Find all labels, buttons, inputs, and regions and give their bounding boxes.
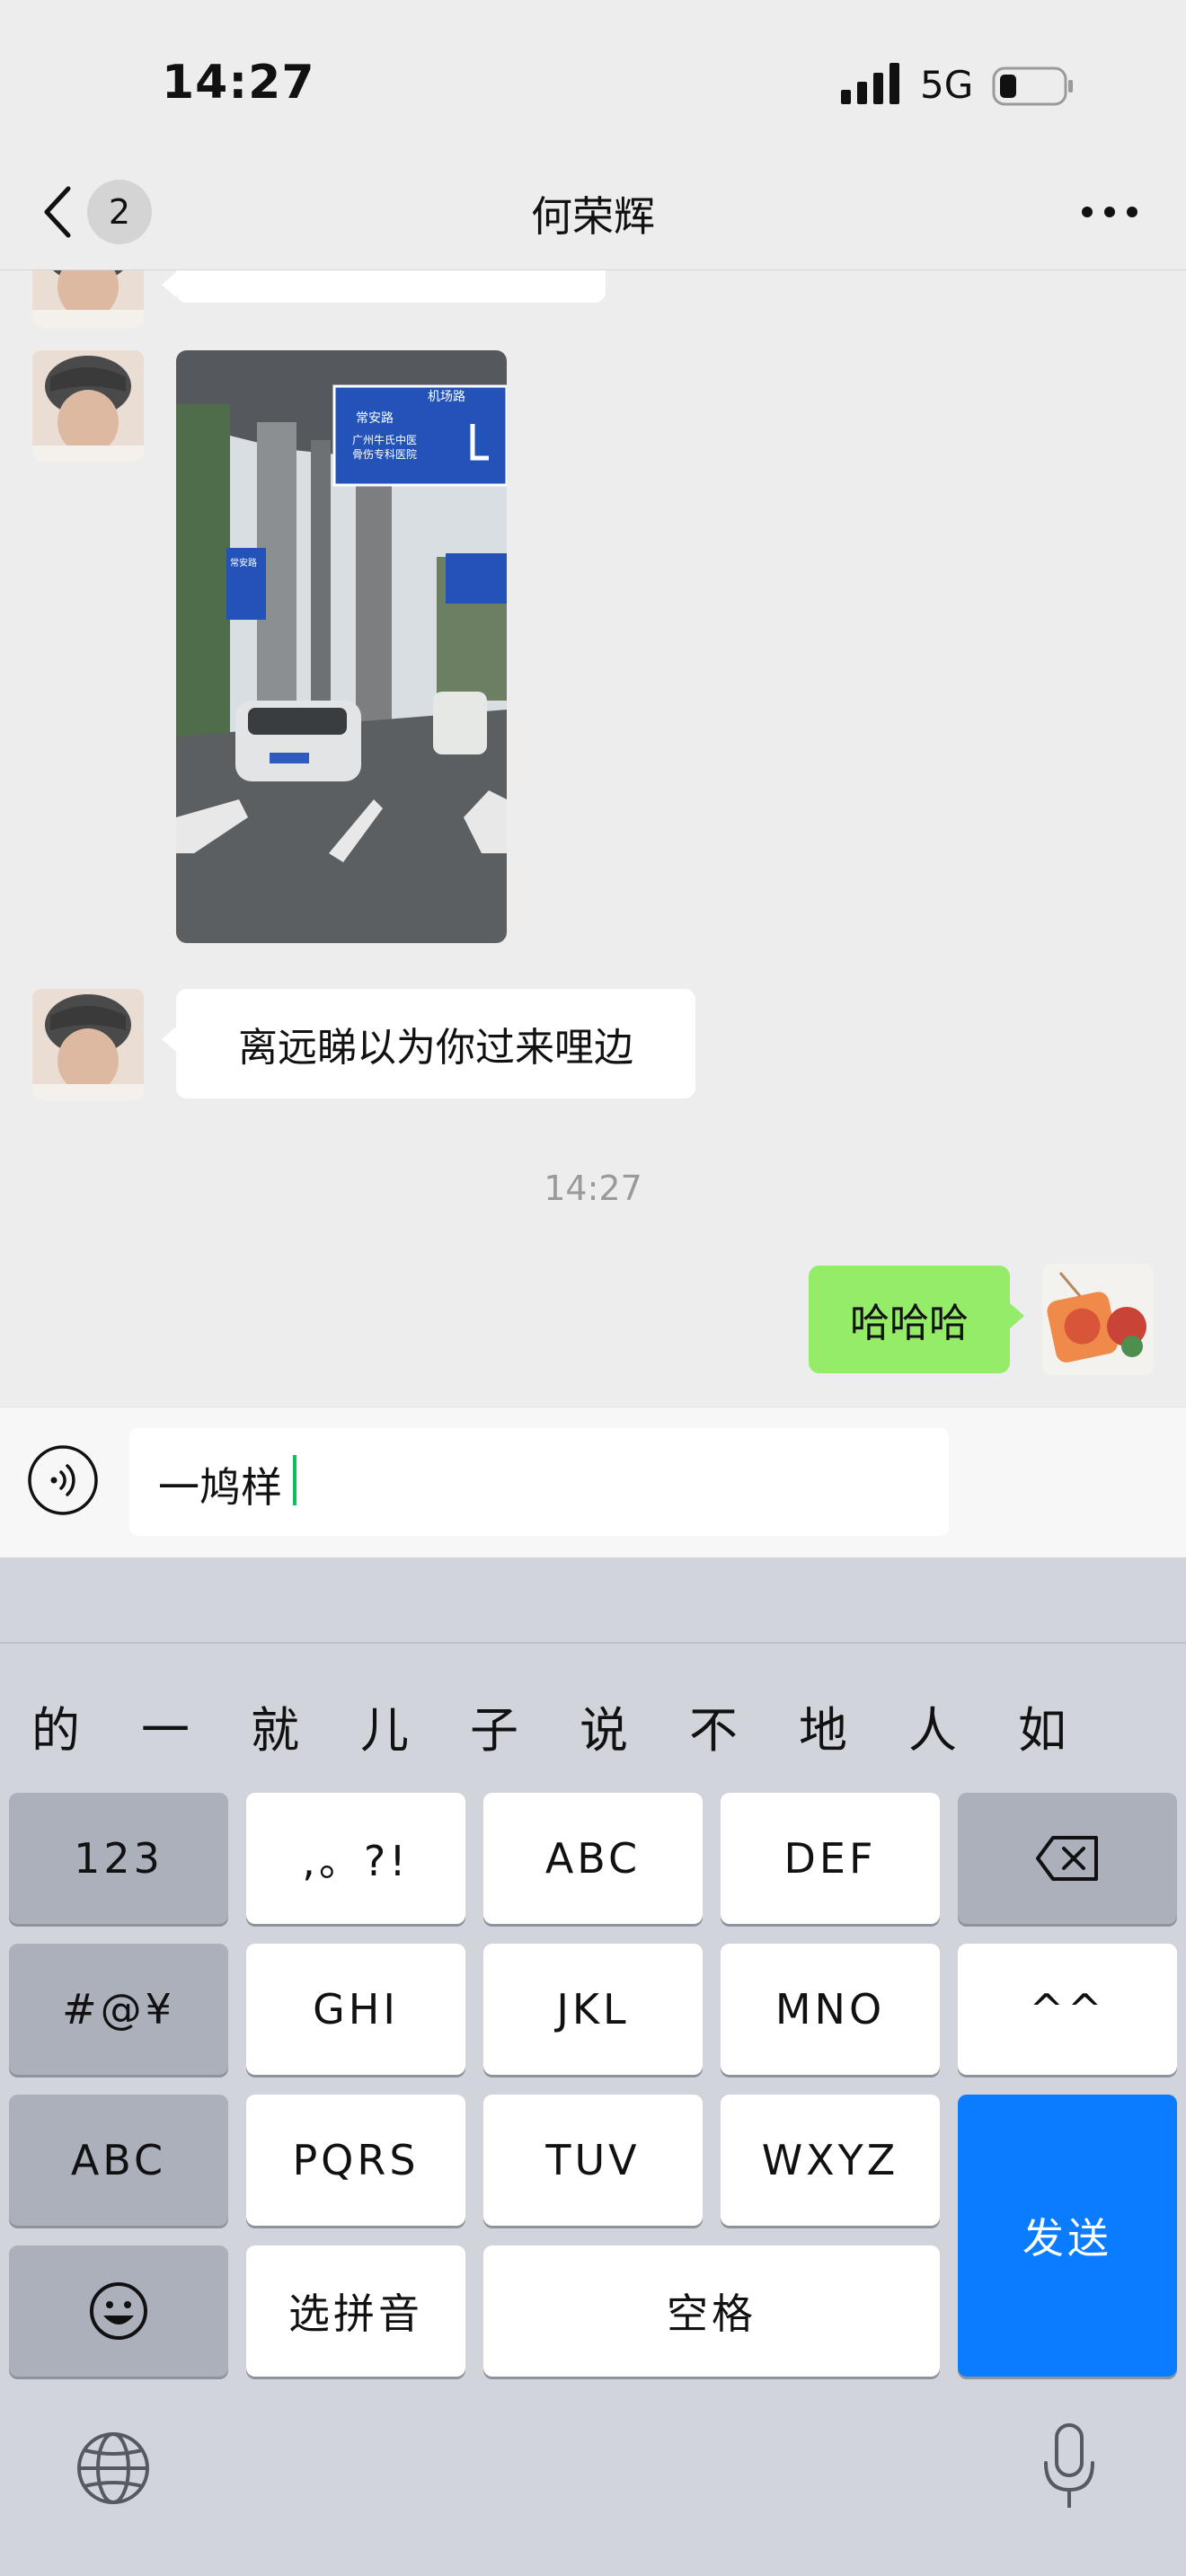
message-text: 哈哈哈 (850, 1301, 969, 1346)
candidate-word[interactable]: 地 (778, 1690, 868, 1761)
key-symbols[interactable]: #@¥ (9, 1944, 228, 2075)
contact-avatar[interactable] (32, 989, 144, 1100)
key-numbers[interactable]: 123 (9, 1793, 228, 1924)
send-button[interactable]: 发送 (958, 2095, 1177, 2377)
key-punctuation[interactable]: ,。?! (246, 1793, 465, 1924)
candidate-divider (0, 1642, 1186, 1644)
message-bubble-outgoing[interactable]: 哈哈哈 (809, 1266, 1024, 1373)
battery-icon (992, 66, 1073, 106)
chat-title: 何荣辉 (531, 192, 655, 241)
contact-avatar[interactable] (32, 270, 144, 328)
key-emoji[interactable] (9, 2245, 228, 2377)
globe-icon[interactable] (75, 2430, 151, 2506)
photo-sign-top-text: 机场路 (428, 390, 465, 404)
contact-avatar[interactable] (32, 350, 144, 462)
text-caret (293, 1455, 296, 1505)
emoji-icon (90, 2282, 147, 2340)
cellular-signal-icon (841, 63, 899, 104)
network-type: 5G (920, 63, 974, 107)
key-abc[interactable]: ABC (483, 1793, 703, 1924)
image-message[interactable]: 机场路 常安路 广州牛氏中医 骨伤专科医院 常安路 (176, 350, 507, 943)
key-pqrs[interactable]: PQRS (246, 2095, 465, 2226)
candidate-word[interactable]: 不 (668, 1690, 758, 1761)
photo-sign-street-text: 常安路 (356, 411, 394, 426)
key-jkl[interactable]: JKL (483, 1944, 703, 2075)
message-bubble-incoming[interactable] (162, 270, 606, 303)
message-timestamp: 14:27 (544, 1169, 642, 1208)
key-mno[interactable]: MNO (721, 1944, 940, 2075)
delete-icon (1036, 1836, 1098, 1881)
candidate-word[interactable]: 人 (888, 1690, 978, 1761)
photo-sign-line2-text: 骨伤专科医院 (352, 447, 417, 461)
key-ghi[interactable]: GHI (246, 1944, 465, 2075)
key-space[interactable]: 空格 (483, 2245, 940, 2377)
message-bubble-incoming[interactable]: 离远睇以为你过来哩边 (162, 989, 695, 1098)
key-select-pinyin[interactable]: 选拼音 (246, 2245, 465, 2377)
status-time: 14:27 (162, 56, 315, 110)
microphone-icon[interactable] (1040, 2422, 1098, 2511)
key-emoticon[interactable]: ^^ (958, 1944, 1177, 2075)
more-options-icon[interactable] (1078, 203, 1141, 221)
candidate-word[interactable]: 如 (997, 1690, 1087, 1761)
key-delete[interactable] (958, 1793, 1177, 1924)
photo-small-sign-text: 常安路 (230, 557, 257, 569)
candidate-word[interactable]: 一 (120, 1690, 210, 1761)
key-tuv[interactable]: TUV (483, 2095, 703, 2226)
voice-input-icon[interactable] (27, 1444, 99, 1516)
candidate-word[interactable]: 就 (230, 1690, 320, 1761)
photo-sign-line1-text: 广州牛氏中医 (352, 433, 417, 446)
candidate-word[interactable]: 的 (11, 1690, 101, 1761)
candidate-word[interactable]: 子 (449, 1690, 539, 1761)
candidate-word[interactable]: 说 (559, 1690, 649, 1761)
key-wxyz[interactable]: WXYZ (721, 2095, 940, 2226)
key-def[interactable]: DEF (721, 1793, 940, 1924)
message-text: 离远睇以为你过来哩边 (238, 1025, 633, 1071)
message-input-text: 一鸠样 (158, 1463, 282, 1512)
key-switch-abc[interactable]: ABC (9, 2095, 228, 2226)
my-avatar[interactable] (1042, 1264, 1154, 1375)
candidate-word[interactable]: 儿 (340, 1690, 429, 1761)
message-list[interactable]: 机场路 常安路 广州牛氏中医 骨伤专科医院 常安路 离远睇以为你过来哩边 14:… (0, 270, 1186, 1407)
